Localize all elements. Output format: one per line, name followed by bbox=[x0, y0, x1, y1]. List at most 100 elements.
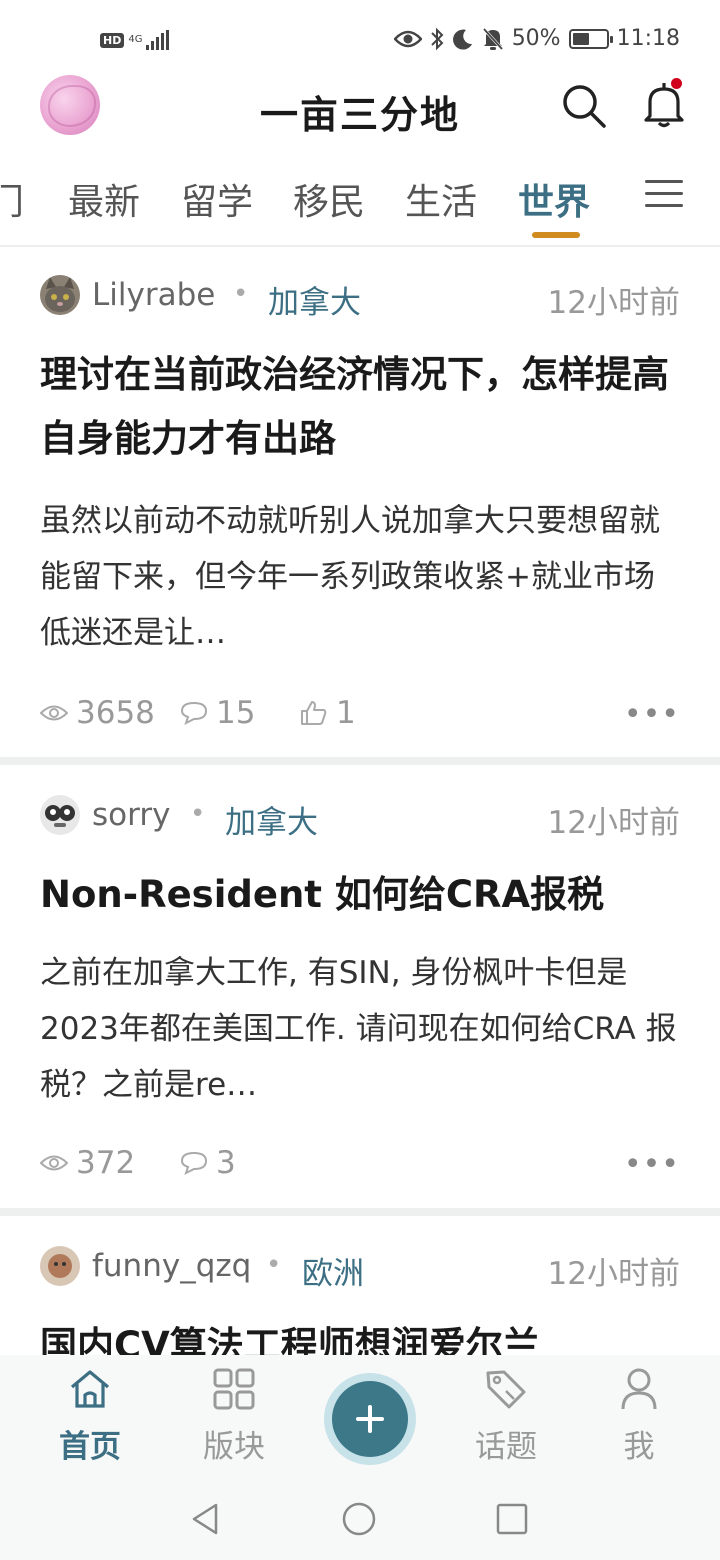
menu-icon-bar bbox=[645, 192, 683, 195]
recents-icon bbox=[496, 1503, 528, 1535]
menu-icon-bar bbox=[645, 204, 683, 207]
clock: 11:18 bbox=[616, 26, 680, 51]
system-recents-button[interactable] bbox=[494, 1501, 530, 1537]
bottom-navigation: 首页 版块 话题 我 bbox=[0, 1355, 720, 1475]
tabs-divider bbox=[0, 245, 720, 247]
notification-dot bbox=[671, 78, 682, 89]
post-stats: 372 3 ••• bbox=[40, 1145, 680, 1185]
like-count[interactable]: 1 bbox=[300, 695, 356, 731]
eye-icon bbox=[40, 705, 68, 721]
tab-latest[interactable]: 最新 bbox=[68, 173, 140, 225]
post-separator bbox=[0, 1208, 720, 1216]
author-name[interactable]: Lilyrabe bbox=[92, 277, 215, 313]
new-post-button[interactable] bbox=[324, 1373, 416, 1465]
nav-home[interactable]: 首页 bbox=[30, 1367, 150, 1466]
board-tag[interactable]: 欧洲 bbox=[302, 1248, 364, 1293]
tab-immigration[interactable]: 移民 bbox=[293, 173, 365, 225]
author-avatar[interactable] bbox=[40, 275, 80, 315]
board-tag[interactable]: 加拿大 bbox=[268, 277, 361, 322]
notifications-button[interactable] bbox=[638, 78, 690, 130]
post-time: 12小时前 bbox=[547, 1256, 680, 1292]
author-name[interactable]: sorry bbox=[92, 797, 170, 833]
comment-count[interactable]: 3 bbox=[180, 1145, 236, 1181]
post-meta: funny_qzq • 欧洲 12小时前 bbox=[40, 1246, 680, 1293]
post-stats: 3658 15 1 ••• bbox=[40, 695, 680, 735]
person-icon bbox=[621, 1368, 657, 1410]
status-bar: HD 4G 50% 11:18 bbox=[0, 0, 720, 80]
app-title: 一亩三分地 bbox=[259, 93, 460, 137]
board-tag[interactable]: 加拿大 bbox=[225, 797, 318, 842]
status-right: 50% 11:18 bbox=[393, 26, 680, 51]
plus-icon bbox=[332, 1381, 408, 1457]
author-avatar[interactable] bbox=[40, 795, 80, 835]
view-count: 3658 bbox=[40, 695, 155, 731]
post-meta: sorry • 加拿大 12小时前 bbox=[40, 795, 680, 842]
post-excerpt[interactable]: 之前在加拿大工作, 有SIN, 身份枫叶卡但是2023年都在美国工作. 请问现在… bbox=[40, 945, 685, 1113]
nav-label: 话题 bbox=[475, 1429, 537, 1465]
tag-icon bbox=[486, 1370, 526, 1409]
meta-separator: • bbox=[233, 279, 249, 309]
post-time: 12小时前 bbox=[547, 805, 680, 841]
category-tabs: 门 最新 留学 移民 生活 世界 bbox=[0, 165, 720, 245]
system-home-button[interactable] bbox=[341, 1501, 377, 1537]
more-options-button[interactable]: ••• bbox=[624, 700, 680, 730]
back-icon bbox=[192, 1503, 218, 1535]
active-tab-indicator bbox=[532, 232, 580, 238]
post-card[interactable]: sorry • 加拿大 12小时前 Non-Resident 如何给CRA报税 … bbox=[0, 795, 720, 1205]
system-back-button[interactable] bbox=[188, 1501, 224, 1537]
post-title[interactable]: 理讨在当前政治经济情况下，怎样提高自身能力才有出路 bbox=[40, 343, 680, 471]
tab-world[interactable]: 世界 bbox=[518, 173, 590, 225]
bell-icon bbox=[644, 83, 684, 128]
nav-label: 版块 bbox=[203, 1429, 265, 1465]
battery-fill bbox=[572, 32, 589, 45]
search-icon bbox=[563, 85, 606, 128]
eye-icon bbox=[393, 30, 422, 47]
bluetooth-icon bbox=[430, 27, 444, 50]
hd-badge: HD bbox=[100, 32, 125, 48]
nav-boards[interactable]: 版块 bbox=[174, 1367, 294, 1466]
comment-icon bbox=[180, 1151, 208, 1175]
tab-partial[interactable]: 门 bbox=[0, 173, 24, 225]
menu-button[interactable] bbox=[645, 180, 683, 210]
nav-topics[interactable]: 话题 bbox=[446, 1367, 566, 1466]
tab-life[interactable]: 生活 bbox=[405, 173, 477, 225]
menu-icon bbox=[645, 180, 683, 183]
post-excerpt[interactable]: 虽然以前动不动就听别人说加拿大只要想留就能留下来，但今年一系列政策收紧+就业市场… bbox=[40, 493, 685, 661]
more-options-button[interactable]: ••• bbox=[624, 1150, 680, 1180]
meta-separator: • bbox=[190, 799, 206, 829]
tab-study-abroad[interactable]: 留学 bbox=[181, 173, 253, 225]
post-card[interactable]: funny_qzq • 欧洲 12小时前 国内CV算法工程师想润爱尔兰 bbox=[0, 1246, 720, 1356]
status-left: HD 4G bbox=[100, 30, 170, 50]
nav-label: 首页 bbox=[59, 1429, 121, 1465]
eye-icon bbox=[40, 1155, 68, 1171]
post-meta: Lilyrabe • 加拿大 12小时前 bbox=[40, 275, 680, 322]
like-count-value: 1 bbox=[336, 695, 356, 731]
post-title[interactable]: Non-Resident 如何给CRA报税 bbox=[40, 863, 680, 927]
mute-icon bbox=[482, 27, 503, 50]
view-count-value: 3658 bbox=[76, 695, 155, 731]
post-title[interactable]: 国内CV算法工程师想润爱尔兰 bbox=[40, 1314, 680, 1356]
system-navigation-bar bbox=[0, 1475, 720, 1560]
view-count: 372 bbox=[40, 1145, 135, 1181]
view-count-value: 372 bbox=[76, 1145, 136, 1181]
search-button[interactable] bbox=[560, 82, 608, 130]
author-avatar[interactable] bbox=[40, 1246, 80, 1286]
grid-icon bbox=[213, 1368, 255, 1410]
nav-label: 我 bbox=[623, 1429, 655, 1465]
author-name[interactable]: funny_qzq bbox=[92, 1248, 251, 1284]
nav-me[interactable]: 我 bbox=[579, 1367, 699, 1466]
home-icon bbox=[70, 1370, 110, 1408]
battery-icon bbox=[568, 28, 613, 49]
app-header: 一亩三分地 bbox=[0, 70, 720, 150]
thumbs-up-icon bbox=[301, 701, 327, 725]
battery-percent: 50% bbox=[511, 26, 561, 51]
comment-count[interactable]: 15 bbox=[180, 695, 255, 731]
meta-separator: • bbox=[266, 1250, 282, 1280]
network-type: 4G bbox=[128, 34, 143, 45]
comment-count-value: 3 bbox=[216, 1145, 236, 1181]
comment-icon bbox=[180, 701, 208, 725]
post-time: 12小时前 bbox=[547, 285, 680, 321]
post-card[interactable]: Lilyrabe • 加拿大 12小时前 理讨在当前政治经济情况下，怎样提高自身… bbox=[0, 275, 720, 755]
post-separator bbox=[0, 757, 720, 765]
home-circle-icon bbox=[342, 1502, 376, 1536]
